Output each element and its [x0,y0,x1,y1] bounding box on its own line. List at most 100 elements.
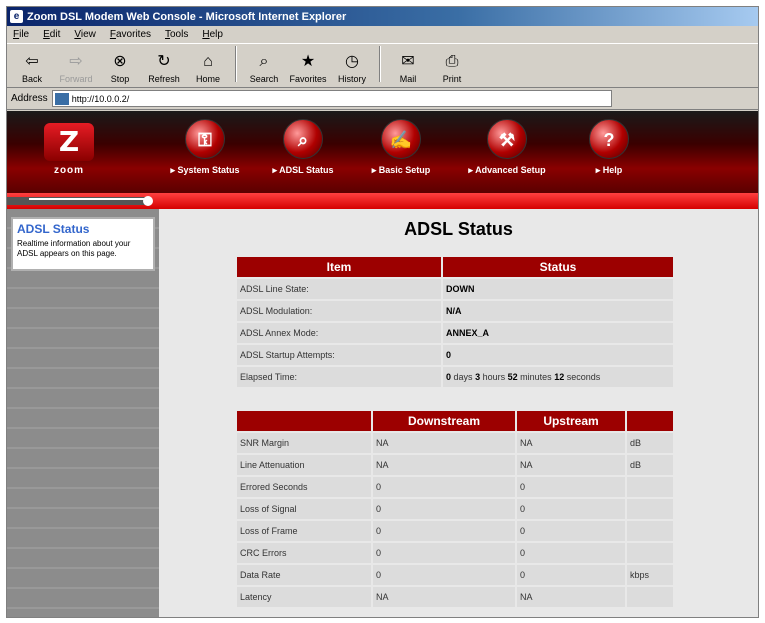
header-item: Item [237,257,441,277]
upstream-value: 0 [517,477,625,497]
mail-label: Mail [399,74,417,84]
table-row: Data Rate 0 0 kbps [237,565,673,585]
history-button[interactable]: ◷ History [333,52,371,84]
row-label: Elapsed Time: [237,367,441,387]
table-row: ADSL Line State: DOWN [237,279,673,299]
ie-logo-icon: e [10,10,23,23]
menu-favorites[interactable]: Favorites [110,29,151,40]
home-button[interactable]: ⌂ Home [189,52,227,84]
wrench-icon: ⚒ [487,119,527,159]
table-header-row: Item Status [237,257,673,277]
nav-basic-setup-label: ▸ Basic Setup [371,165,431,175]
header-unit [627,411,673,431]
row-value: DOWN [443,279,673,299]
row-label: Errored Seconds [237,477,371,497]
row-label: SNR Margin [237,433,371,453]
print-label: Print [442,74,462,84]
menu-bar: File Edit View Favorites Tools Help [7,26,758,44]
unit-label: kbps [627,565,673,585]
toolbar-separator [235,46,237,82]
history-icon: ◷ [345,53,359,70]
nav-system-status[interactable]: ⚿ ▸ System Status [155,119,255,176]
row-value: N/A [443,301,673,321]
menu-edit[interactable]: Edit [43,29,60,40]
row-label: CRC Errors [237,543,371,563]
home-icon: ⌂ [203,53,213,70]
browser-window: e Zoom DSL Modem Web Console - Microsoft… [6,6,759,618]
history-label: History [337,74,366,84]
table-row: ADSL Modulation: N/A [237,301,673,321]
menu-view[interactable]: View [74,29,96,40]
unit-label [627,499,673,519]
back-button[interactable]: ⇦ Back [13,52,51,84]
forward-arrow-icon: ⇨ [69,53,83,70]
favorites-button[interactable]: ★ Favorites [289,52,327,84]
red-divider [7,193,758,209]
mail-button[interactable]: ✉ Mail [389,52,427,84]
unit-label: dB [627,433,673,453]
modulation-value: N/A [446,306,462,316]
stop-button[interactable]: ⊗ Stop [101,52,139,84]
downstream-value: 0 [373,499,515,519]
elapsed-hours-label: hours [482,372,506,382]
system-status-icon: ⚿ [185,119,225,159]
main-panel: ADSL Status Item Status ADSL Line State:… [159,209,758,617]
downstream-value: 0 [373,521,515,541]
elapsed-days: 0 [446,372,452,382]
back-arrow-icon: ⇦ [25,53,39,70]
table-row: Latency NA NA [237,587,673,607]
downstream-value: 0 [373,543,515,563]
header-downstream: Downstream [373,411,515,431]
menu-file[interactable]: File [13,29,29,40]
nav-adsl-status[interactable]: ⌕ ▸ ADSL Status [253,119,353,176]
upstream-value: 0 [517,499,625,519]
table-header-row: Downstream Upstream [237,411,673,431]
nav-basic-setup[interactable]: ✍ ▸ Basic Setup [351,119,451,176]
menu-tools[interactable]: Tools [165,29,188,40]
zoom-logo[interactable]: Z zoom [33,123,105,181]
downstream-value: NA [373,433,515,453]
annex-mode-value: ANNEX_A [446,328,490,338]
title-bar: e Zoom DSL Modem Web Console - Microsoft… [7,7,758,26]
progress-arrow-bar [7,197,149,205]
upstream-value: 0 [517,543,625,563]
page-title: ADSL Status [404,219,513,239]
address-input[interactable]: http://10.0.0.2/ [51,90,612,107]
forward-button[interactable]: ⇨ Forward [57,52,95,84]
refresh-button[interactable]: ↻ Refresh [145,52,183,84]
stop-icon: ⊗ [113,53,127,70]
header-blank [237,411,371,431]
nav-help[interactable]: ? ▸ Help [559,119,659,176]
zoom-logo-text: zoom [53,165,85,176]
elapsed-seconds: 12 [554,372,565,382]
help-icon: ? [589,119,629,159]
nav-help-label: ▸ Help [595,165,623,175]
print-button[interactable]: ⎙ Print [433,52,471,84]
unit-label: dB [627,455,673,475]
table-row: Loss of Signal 0 0 [237,499,673,519]
row-label: Data Rate [237,565,371,585]
sidebar-info-box: ADSL Status Realtime information about y… [11,217,155,271]
nav-advanced-setup[interactable]: ⚒ ▸ Advanced Setup [457,119,557,176]
elapsed-hours: 3 [475,372,481,382]
table-row: ADSL Annex Mode: ANNEX_A [237,323,673,343]
downstream-value: 0 [373,477,515,497]
sidebar-description: Realtime information about your ADSL app… [17,239,131,258]
menu-help[interactable]: Help [202,29,223,40]
search-button[interactable]: ⌕ Search [245,52,283,84]
sidebar-title[interactable]: ADSL Status [17,222,149,236]
startup-attempts-value: 0 [446,350,452,360]
line-state-value: DOWN [446,284,475,294]
refresh-icon: ↻ [157,53,171,70]
mail-icon: ✉ [401,53,415,70]
elapsed-time-value: 0 days 3 hours 52 minutes 12 seconds [443,367,673,387]
elapsed-days-label: days [453,372,473,382]
forward-label: Forward [59,74,93,84]
row-label: Loss of Signal [237,499,371,519]
header-banner: Z zoom ⚿ ▸ System Status ⌕ ▸ ADSL Status… [7,111,758,193]
header-status: Status [443,257,673,277]
unit-label [627,477,673,497]
wrench-hand-icon: ✍ [381,119,421,159]
upstream-value: 0 [517,565,625,585]
row-label: Loss of Frame [237,521,371,541]
